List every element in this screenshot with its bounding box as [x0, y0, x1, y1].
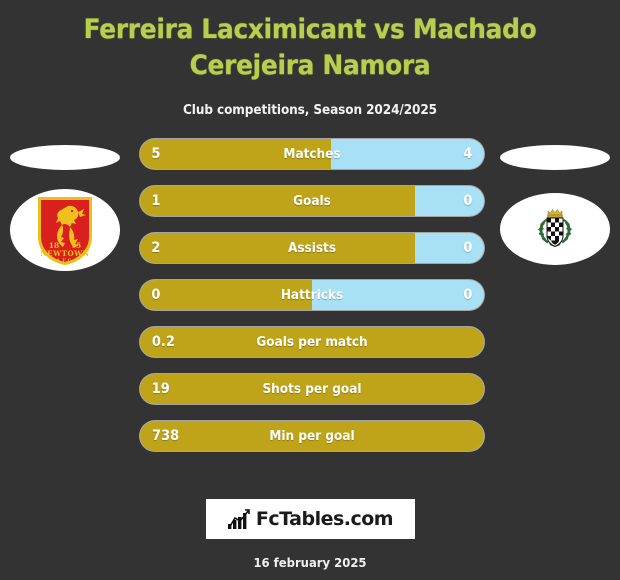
- stat-bar-matches: [140, 139, 484, 170]
- svg-text:A.F.C.: A.F.C.: [55, 258, 73, 264]
- page-header: Ferreira Lacximicant vs Machado Cerejeir…: [0, 0, 620, 118]
- stat-bar-matches-home-fill: [140, 139, 331, 170]
- newtown-afc-crest-icon: 18 75 NEWTOWN A.F.C.: [38, 197, 92, 266]
- stat-bar-goals-home-fill: [140, 186, 416, 217]
- page-title: Ferreira Lacximicant vs Machado Cerejeir…: [83, 14, 537, 81]
- home-decorative-ellipse: [10, 145, 120, 171]
- stat-bar-hattricks-home-fill: [140, 280, 312, 311]
- stat-bar-goals-per-match-home-fill: [140, 327, 484, 358]
- stat-bar-shots-per-goal: [140, 374, 484, 405]
- stat-bar-assists: [140, 233, 484, 264]
- home-team-badge: 18 75 NEWTOWN A.F.C.: [10, 189, 120, 272]
- fctables-logo-text: FcTables.com: [255, 508, 394, 530]
- stat-row-goals: 1 Goals 0: [140, 186, 484, 217]
- page-subtitle: Club competitions, Season 2024/2025: [182, 103, 438, 119]
- away-team-badge-column: [490, 139, 620, 469]
- stats-bar-list: 5 Matches 4 1 Goals 0 2 Assists 0 0 Hatt…: [140, 139, 484, 468]
- stat-row-min-per-goal: 738 Min per goal: [140, 421, 484, 452]
- away-team-badge: [500, 193, 610, 266]
- stat-bar-goals: [140, 186, 484, 217]
- bar-chart-growth-icon: [227, 509, 250, 529]
- stat-bar-hattricks: [140, 280, 484, 311]
- fctables-logo[interactable]: FcTables.com: [205, 499, 415, 539]
- page-footer: FcTables.com 16 february 2025: [0, 499, 620, 580]
- stat-row-goals-per-match: 0.2 Goals per match: [140, 327, 484, 358]
- stat-row-hattricks: 0 Hattricks 0: [140, 280, 484, 311]
- home-team-badge-column: 18 75 NEWTOWN A.F.C.: [0, 139, 130, 469]
- stat-row-matches: 5 Matches 4: [140, 139, 484, 170]
- stat-row-assists: 2 Assists 0: [140, 233, 484, 264]
- stat-bar-min-per-goal: [140, 421, 484, 452]
- away-decorative-ellipse: [500, 145, 610, 171]
- footer-date: 16 february 2025: [253, 555, 367, 570]
- stat-bar-min-per-goal-home-fill: [140, 421, 484, 452]
- boavista-fc-crest-icon: [538, 209, 572, 248]
- stat-bar-shots-per-goal-home-fill: [140, 374, 484, 405]
- comparison-body: 18 75 NEWTOWN A.F.C. 5 Matches 4 1 Goals…: [0, 139, 620, 469]
- svg-text:NEWTOWN: NEWTOWN: [40, 249, 89, 258]
- stat-row-shots-per-goal: 19 Shots per goal: [140, 374, 484, 405]
- stat-bar-goals-per-match: [140, 327, 484, 358]
- stat-bar-assists-home-fill: [140, 233, 416, 264]
